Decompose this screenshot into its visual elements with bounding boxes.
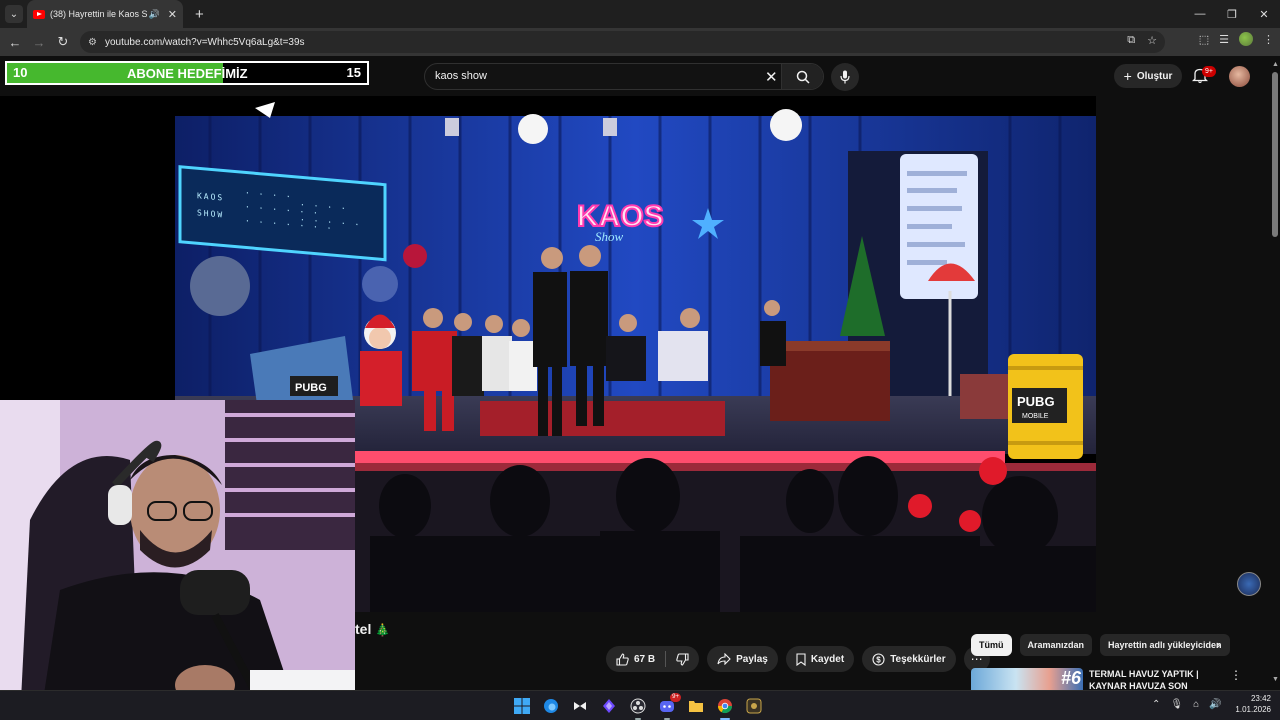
dislike-button[interactable] [666,652,699,666]
stage-neon-sign-sub: Show [595,229,624,244]
clock-time: 23:42 [1250,694,1271,703]
save-button[interactable]: Kaydet [785,646,855,672]
clear-search-icon[interactable]: ✕ [765,68,778,86]
extensions-icon[interactable]: ⬚ [1199,33,1209,46]
recommended-video-title[interactable]: TERMAL HAVUZ YAPTIK | KAYNAR HAVUZA SON … [1089,668,1219,690]
scrollbar-thumb[interactable] [1272,72,1278,237]
video-title: tel 🎄 [355,621,390,637]
window-controls: — ❐ ✕ [1184,0,1280,28]
thumbs-down-icon [676,652,689,666]
thanks-button[interactable]: $ Teşekkürler [862,646,956,672]
save-label: Kaydet [810,653,845,665]
bookmark-star-icon[interactable]: ☆ [1147,34,1157,47]
goal-title: ABONE HEDEFİMİZ [127,66,248,81]
file-explorer-icon[interactable] [686,696,706,716]
recommendation-menu-icon[interactable]: ⋮ [1230,668,1242,682]
like-count: 67 B [634,653,656,665]
streamer-facecam [0,400,355,720]
windows-taskbar: 9+ ⌃ 🎙 ⌂ 🔊 [0,690,1280,720]
close-window-button[interactable]: ✕ [1248,0,1280,28]
windows-start-icon[interactable] [512,696,532,716]
browser-menu-icon[interactable]: ⋮ [1263,33,1274,46]
thumbnail-episode-badge: #6 [1060,668,1081,688]
chip-from-search[interactable]: Aramanızdan [1019,634,1093,656]
share-button[interactable]: Paylaş [707,646,778,672]
tray-overflow-chevron-icon[interactable]: ⌃ [1152,699,1160,710]
restore-button[interactable]: ❐ [1216,0,1248,28]
obs-studio-icon[interactable] [628,696,648,720]
search-icon [796,70,810,84]
forward-button[interactable]: → [27,30,51,54]
minimize-button[interactable]: — [1184,0,1216,28]
app-icon[interactable] [744,696,764,716]
tab-search-button[interactable]: ⌄ [5,5,23,23]
audio-playing-icon[interactable]: 🔊 [149,9,160,20]
microphone-tray-icon[interactable]: 🎙 [1170,699,1183,710]
notification-count-badge: 9+ [1202,66,1216,77]
chip-from-uploader[interactable]: Hayrettin adlı yükleyiciden [1100,634,1230,656]
scroll-down-arrow-icon[interactable]: ▼ [1272,676,1279,683]
video-actions-bar: 67 B Paylaş Kaydet $ Teşekkürler ⋯ [606,646,990,672]
system-tray: ⌃ 🎙 ⌂ 🔊 [1152,699,1222,710]
proton-vpn-icon[interactable] [599,696,619,716]
like-button[interactable]: 67 B [606,652,665,666]
share-arrow-icon [717,653,731,665]
create-label: Oluştur [1136,70,1173,82]
capcut-icon[interactable] [570,696,590,716]
facecam-image [0,400,355,720]
volume-icon[interactable]: 🔊 [1209,699,1221,710]
youtube-favicon-icon [33,9,45,19]
thumbs-up-icon [616,652,629,666]
svg-text:$: $ [876,655,881,664]
taskbar-clock[interactable]: 23:42 1.01.2026 [1225,693,1271,715]
goal-start-value: 10 [13,65,28,80]
bookmark-icon [796,652,806,666]
subscriber-goal-widget: 10 ABONE HEDEFİMİZ 15 [5,61,369,85]
goal-end-value: 15 [346,65,361,80]
clock-date: 1.01.2026 [1235,705,1271,714]
network-icon[interactable]: ⌂ [1193,699,1199,710]
share-label: Paylaş [736,653,768,665]
chevron-right-icon[interactable]: › [1216,637,1220,652]
new-tab-button[interactable]: + [195,6,204,23]
video-title-text: tel [355,621,372,637]
create-button[interactable]: + Oluştur [1114,64,1182,88]
pubg-barrel-sublabel: MOBILE [1022,413,1049,420]
site-info-icon[interactable]: ⚙ [88,37,97,48]
search-button[interactable] [781,64,823,89]
discord-badge: 9+ [670,693,681,702]
tab-close-icon[interactable]: ✕ [168,8,177,21]
browser-tab-bar: ⌄ (38) Hayrettin ile Kaos Show 🔊 ✕ + — ❐… [0,0,1280,28]
omnibox[interactable]: ⚙ youtube.com/watch?v=Whhc5Vq6aLg&t=39s … [80,31,1165,53]
search-input[interactable]: kaos show [435,70,487,82]
pubg-barrel-label: PUBG [1017,394,1055,409]
reload-button[interactable]: ↻ [51,30,75,54]
browser-tab[interactable]: (38) Hayrettin ile Kaos Show 🔊 ✕ [27,0,183,28]
edge-browser-icon[interactable] [541,696,561,716]
account-avatar[interactable] [1229,66,1250,87]
microphone-icon [840,70,850,84]
discord-icon[interactable]: 9+ [657,693,681,720]
url-text[interactable]: youtube.com/watch?v=Whhc5Vq6aLg&t=39s [105,37,305,48]
cast-icon[interactable]: ⧉ [1127,34,1135,47]
reading-list-icon[interactable]: ☰ [1219,33,1229,46]
chip-all[interactable]: Tümü [971,634,1012,656]
browser-profile-avatar[interactable] [1239,32,1253,46]
channel-watermark-icon[interactable] [1237,572,1261,596]
chrome-icon[interactable] [715,696,735,720]
like-dislike-group: 67 B [606,646,700,672]
address-toolbar: ← → ↻ ⚙ youtube.com/watch?v=Whhc5Vq6aLg&… [0,28,1280,56]
recommendation-filter-chips: Tümü Aramanızdan Hayrettin adlı yükleyic… [971,634,1237,656]
voice-search-button[interactable] [831,63,859,91]
tab-title: (38) Hayrettin ile Kaos Show [50,9,147,19]
super-thanks-icon: $ [872,652,885,666]
thanks-label: Teşekkürler [890,653,946,665]
recommended-video-thumbnail[interactable]: #6 [971,668,1083,690]
pubg-crate-label: PUBG [295,382,327,394]
plus-icon: + [1123,68,1132,84]
search-bar[interactable]: kaos show ✕ [424,63,824,90]
tree-emoji-icon: 🎄 [375,623,391,637]
back-button[interactable]: ← [3,30,27,54]
scroll-up-arrow-icon[interactable]: ▲ [1272,61,1279,68]
